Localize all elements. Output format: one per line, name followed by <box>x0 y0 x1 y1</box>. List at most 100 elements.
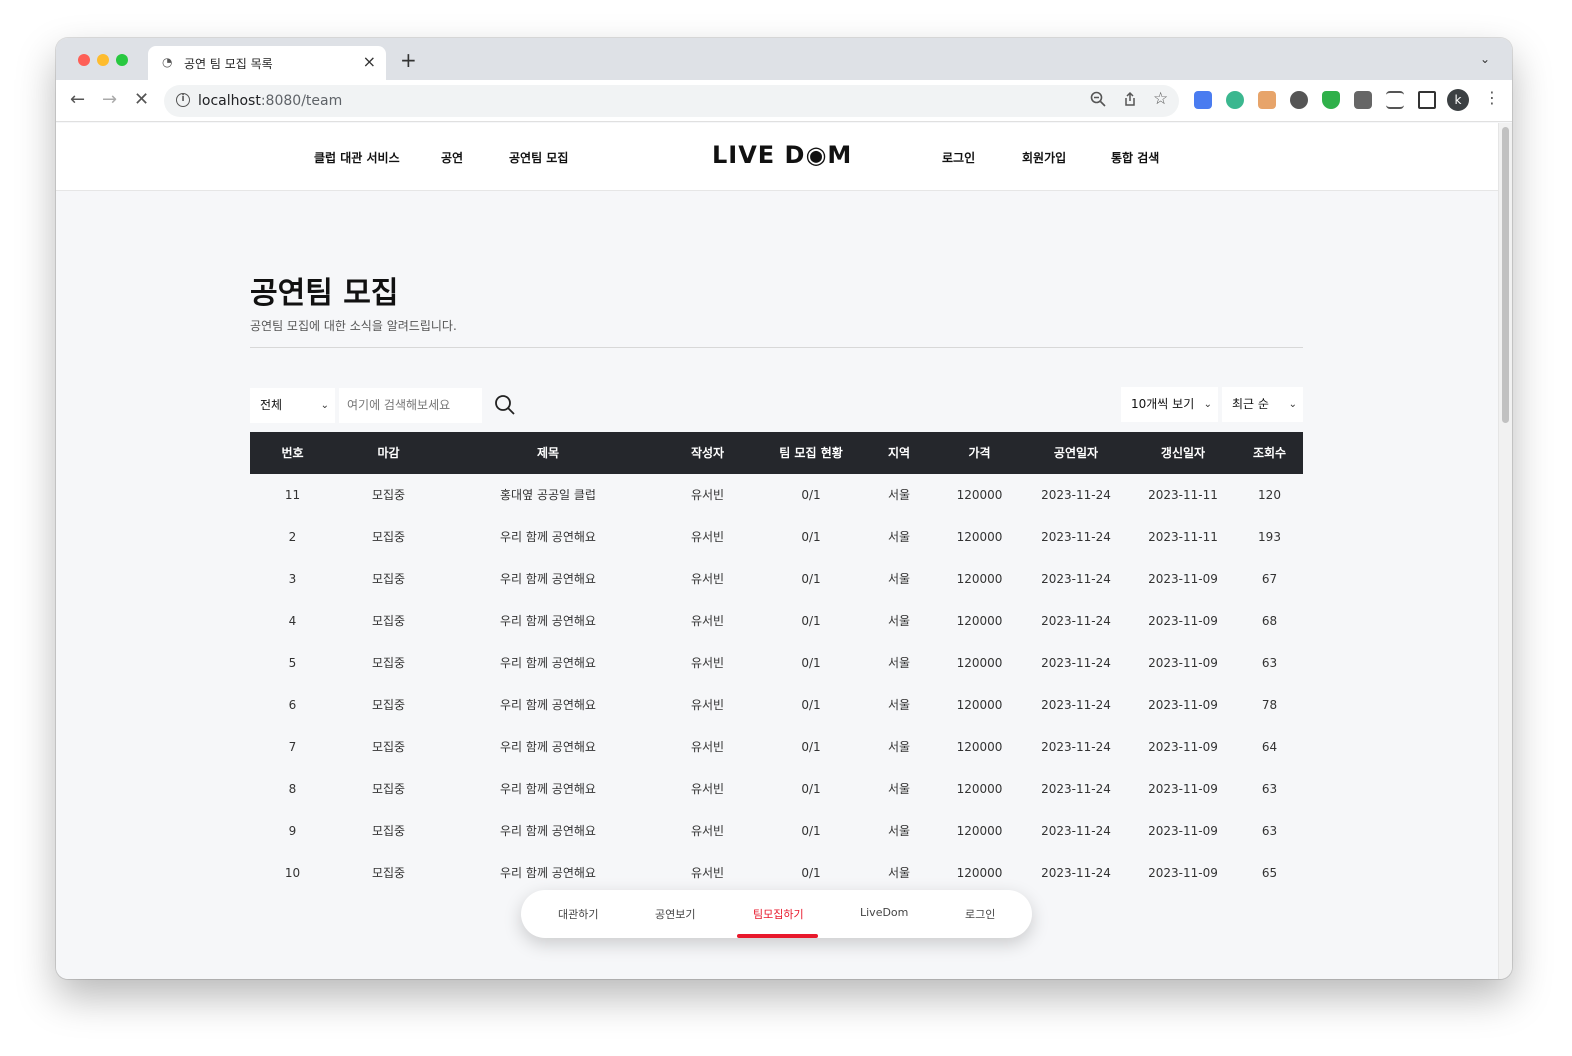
cell-deadline: 모집중 <box>371 866 406 880</box>
cell-title[interactable]: 우리 함께 공연해요 <box>442 684 654 726</box>
cell-price: 120000 <box>956 488 1003 502</box>
site-header: 클럽 대관 서비스 공연 공연팀 모집 LIVE D◉M 로그인 회원가입 통합… <box>56 123 1498 191</box>
nav-performance[interactable]: 공연 <box>441 149 463 166</box>
forward-arrow-icon[interactable]: → <box>102 90 117 110</box>
browser-tab[interactable]: ◔ 공연 팀 모집 목록 × <box>148 46 386 80</box>
page-size-select[interactable]: 10개씩 보기 ⌄ <box>1121 387 1218 422</box>
cell-price: 120000 <box>956 530 1003 544</box>
search-input[interactable]: 여기에 검색해보세요 <box>339 388 482 423</box>
cell-author: 유서빈 <box>690 488 725 502</box>
close-window-button[interactable] <box>78 54 90 66</box>
more-menu-icon[interactable]: ⋮ <box>1484 88 1500 107</box>
cell-price: 120000 <box>956 866 1003 880</box>
nav-club-rental[interactable]: 클럽 대관 서비스 <box>314 149 400 166</box>
cell-updated-date: 2023-11-09 <box>1148 824 1218 838</box>
nav-global-search[interactable]: 통합 검색 <box>1111 149 1159 166</box>
new-tab-button[interactable]: + <box>400 50 417 70</box>
translate-extension-icon[interactable] <box>1194 91 1212 109</box>
side-panel-icon[interactable] <box>1418 91 1436 109</box>
table-row[interactable]: 9 모집중 우리 함께 공연해요 유서빈 0/1 서울 120000 2023-11-24 20… <box>250 810 1303 852</box>
share-icon[interactable] <box>1122 91 1138 111</box>
sync-extension-icon[interactable] <box>1290 91 1308 109</box>
cell-show-date: 2023-11-24 <box>1041 782 1111 796</box>
table-row[interactable]: 6 모집중 우리 함께 공연해요 유서빈 0/1 서울 120000 2023-11-24 20… <box>250 684 1303 726</box>
cell-author: 유서빈 <box>690 782 725 796</box>
sort-select[interactable]: 최근 순 ⌄ <box>1222 387 1303 422</box>
cell-number: 8 <box>288 782 297 796</box>
bottom-nav-livedom[interactable]: LiveDom <box>860 906 908 919</box>
cell-show-date: 2023-11-24 <box>1041 698 1111 712</box>
header-author: 작성자 <box>690 446 725 460</box>
cell-author: 유서빈 <box>690 698 725 712</box>
chatgpt-extension-icon[interactable] <box>1226 91 1244 109</box>
table-body: 11 모집중 홍대옆 공공일 클럽 유서빈 0/1 서울 120000 2023-11-24 2… <box>250 474 1303 894</box>
bottom-nav-shows[interactable]: 공연보기 <box>655 906 695 922</box>
cell-number: 5 <box>288 656 297 670</box>
cell-title[interactable]: 우리 함께 공연해요 <box>442 600 654 642</box>
cell-deadline: 모집중 <box>371 614 406 628</box>
table-row[interactable]: 11 모집중 홍대옆 공공일 클럽 유서빈 0/1 서울 120000 2023-11-24 2… <box>250 474 1303 516</box>
tab-search-chevron-icon[interactable]: ⌄ <box>1480 52 1490 66</box>
cell-updated-date: 2023-11-09 <box>1148 740 1218 754</box>
table-row[interactable]: 4 모집중 우리 함께 공연해요 유서빈 0/1 서울 120000 2023-11-24 20… <box>250 600 1303 642</box>
cell-author: 유서빈 <box>690 824 725 838</box>
cell-updated-date: 2023-11-09 <box>1148 572 1218 586</box>
cell-title[interactable]: 우리 함께 공연해요 <box>442 642 654 684</box>
cell-updated-date: 2023-11-09 <box>1148 866 1218 880</box>
category-select-value: 전체 <box>260 398 283 412</box>
cell-title[interactable]: 우리 함께 공연해요 <box>442 810 654 852</box>
category-select[interactable]: 전체 ⌄ <box>250 388 335 423</box>
cell-title[interactable]: 홍대옆 공공일 클럽 <box>442 474 654 516</box>
table-row[interactable]: 2 모집중 우리 함께 공연해요 유서빈 0/1 서울 120000 2023-11-24 20… <box>250 516 1303 558</box>
nav-team-recruit[interactable]: 공연팀 모집 <box>509 149 568 166</box>
site-logo[interactable]: LIVE D◉M <box>712 141 852 169</box>
back-arrow-icon[interactable]: ← <box>70 90 85 110</box>
image-extension-icon[interactable] <box>1258 91 1276 109</box>
cell-number: 7 <box>288 740 297 754</box>
tab-close-icon[interactable]: × <box>363 53 376 71</box>
cell-title[interactable]: 우리 함께 공연해요 <box>442 768 654 810</box>
cell-region: 서울 <box>887 698 911 712</box>
team-recruit-table: 번호 마감 제목 작성자 팀 모집 현황 지역 가격 공연일자 갱신일자 조회수… <box>250 432 1303 894</box>
puzzle-extensions-icon[interactable] <box>1354 91 1372 109</box>
site-info-icon[interactable]: i <box>176 93 190 107</box>
scrollbar-thumb[interactable] <box>1502 127 1509 423</box>
url-text[interactable]: localhost:8080/team <box>198 93 342 109</box>
bottom-nav-rental[interactable]: 대관하기 <box>558 906 598 922</box>
cell-title[interactable]: 우리 함께 공연해요 <box>442 516 654 558</box>
nav-signup[interactable]: 회원가입 <box>1022 149 1066 166</box>
table-row[interactable]: 8 모집중 우리 함께 공연해요 유서빈 0/1 서울 120000 2023-11-24 20… <box>250 768 1303 810</box>
zoom-icon[interactable] <box>1090 91 1106 111</box>
cell-show-date: 2023-11-24 <box>1041 614 1111 628</box>
cell-recruit-status: 0/1 <box>801 740 821 754</box>
maximize-window-button[interactable] <box>116 54 128 66</box>
profile-avatar[interactable]: k <box>1447 89 1469 111</box>
cell-author: 유서빈 <box>690 866 725 880</box>
bottom-nav-login[interactable]: 로그인 <box>965 906 995 922</box>
header-deadline: 마감 <box>377 446 400 460</box>
bottom-nav-team-recruit[interactable]: 팀모집하기 <box>753 906 804 922</box>
nav-login[interactable]: 로그인 <box>942 149 975 166</box>
bookmark-star-icon[interactable]: ☆ <box>1153 89 1168 109</box>
cell-title[interactable]: 우리 함께 공연해요 <box>442 726 654 768</box>
cell-deadline: 모집중 <box>371 740 406 754</box>
search-icon[interactable] <box>494 394 516 416</box>
table-row[interactable]: 10 모집중 우리 함께 공연해요 유서빈 0/1 서울 120000 2023-11-24 2… <box>250 852 1303 894</box>
table-row[interactable]: 5 모집중 우리 함께 공연해요 유서빈 0/1 서울 120000 2023-11-24 20… <box>250 642 1303 684</box>
stop-loading-icon[interactable]: ✕ <box>134 90 149 110</box>
shield-extension-icon[interactable] <box>1322 91 1340 109</box>
cell-region: 서울 <box>887 740 911 754</box>
cell-show-date: 2023-11-24 <box>1041 824 1111 838</box>
cell-title[interactable]: 우리 함께 공연해요 <box>442 852 654 894</box>
address-bar[interactable]: i localhost:8080/team ☆ <box>164 85 1179 117</box>
table-row[interactable]: 3 모집중 우리 함께 공연해요 유서빈 0/1 서울 120000 2023-11-24 20… <box>250 558 1303 600</box>
page-scrollbar[interactable] <box>1498 123 1512 979</box>
minimize-window-button[interactable] <box>97 54 109 66</box>
media-queue-icon[interactable] <box>1386 91 1404 109</box>
cell-views: 63 <box>1261 782 1278 796</box>
cell-title[interactable]: 우리 함께 공연해요 <box>442 558 654 600</box>
cell-views: 67 <box>1261 572 1278 586</box>
table-row[interactable]: 7 모집중 우리 함께 공연해요 유서빈 0/1 서울 120000 2023-11-24 20… <box>250 726 1303 768</box>
cell-price: 120000 <box>956 656 1003 670</box>
cell-deadline: 모집중 <box>371 530 406 544</box>
